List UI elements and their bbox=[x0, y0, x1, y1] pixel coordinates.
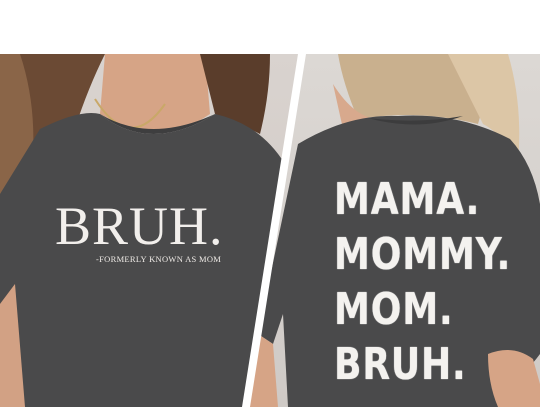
white-margin bbox=[0, 0, 540, 54]
front-print-subtitle: -FORMERLY KNOWN AS MOM bbox=[96, 254, 222, 264]
back-print-line: MOM. bbox=[334, 284, 454, 335]
back-print-line: MAMA. bbox=[334, 174, 481, 225]
front-print-title: BRUH. bbox=[55, 196, 224, 256]
back-print-line: MOMMY. bbox=[334, 229, 512, 280]
back-print-text: MAMA. MOMMY. MOM. BRUH. bbox=[334, 172, 534, 392]
back-print-line: BRUH. bbox=[334, 339, 467, 390]
